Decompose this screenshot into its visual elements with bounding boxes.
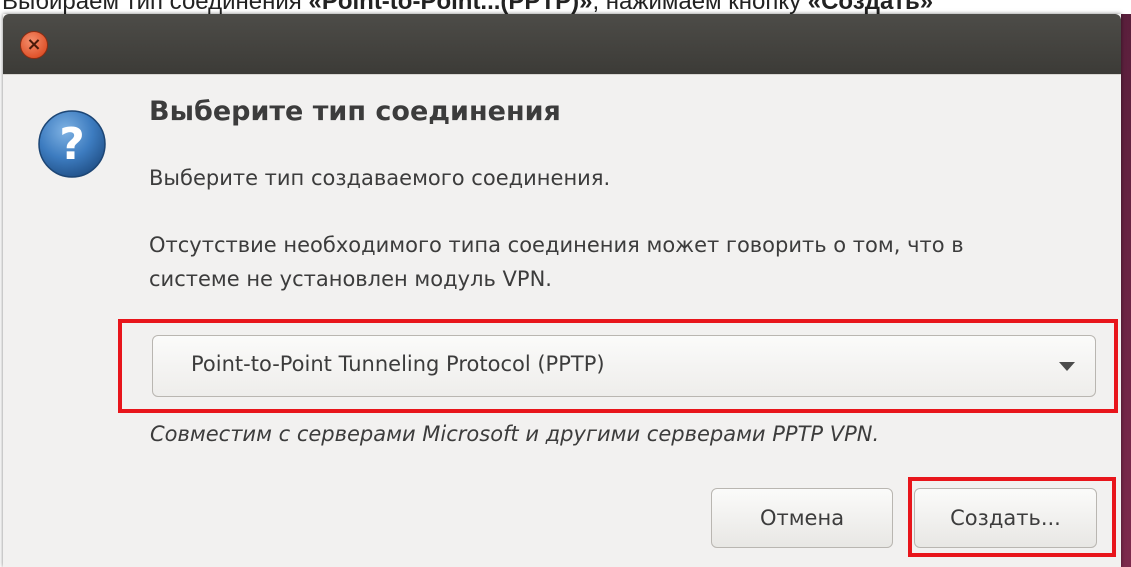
cancel-button[interactable]: Отмена bbox=[711, 488, 893, 548]
dialog-heading: Выберите тип соединения bbox=[149, 96, 561, 127]
window-titlebar: × bbox=[3, 14, 1121, 74]
close-button[interactable]: × bbox=[20, 31, 48, 59]
desktop-background bbox=[1121, 14, 1131, 567]
caption-bold-type: «Point-to-Point...(PPTP)» bbox=[308, 0, 593, 15]
dialog-subtext: Выберите тип создаваемого соединения. bbox=[149, 166, 611, 190]
caption-middle: , нажимаем кнопку bbox=[592, 0, 808, 15]
close-icon: × bbox=[26, 34, 42, 55]
question-icon: ? bbox=[38, 110, 106, 178]
caption-prefix: Выбираем тип соединения bbox=[2, 0, 309, 15]
dropdown-highlight-box bbox=[118, 319, 1118, 413]
caption-bold-button: «Создать» bbox=[807, 0, 934, 15]
create-button-highlight-box bbox=[908, 477, 1116, 557]
titlebar-divider bbox=[3, 74, 1121, 75]
connection-type-hint: Совместим с серверами Microsoft и другим… bbox=[150, 422, 880, 446]
svg-text:?: ? bbox=[59, 119, 85, 170]
vpn-warning-text: Отсутствие необходимого типа соединения … bbox=[149, 233, 964, 291]
